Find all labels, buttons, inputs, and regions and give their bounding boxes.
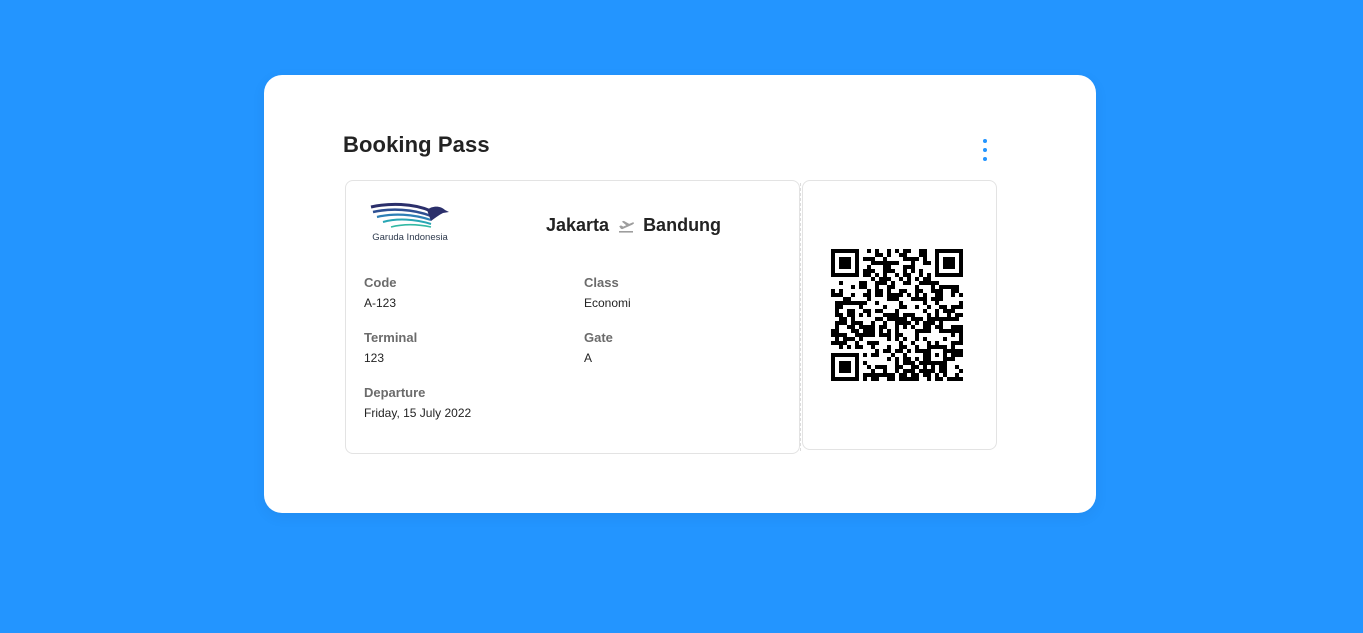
more-options-button[interactable]: [977, 138, 993, 162]
garuda-bird-icon: [370, 202, 449, 228]
gate-label: Gate: [584, 330, 613, 345]
class-value: Economi: [584, 296, 631, 310]
class-label: Class: [584, 275, 619, 290]
more-vertical-icon: [983, 139, 987, 143]
page-title: Booking Pass: [343, 132, 490, 157]
gate-field: Gate A: [584, 330, 613, 366]
origin-city: Jakarta: [546, 215, 610, 235]
airline-logo: Garuda Indonesia: [363, 199, 457, 247]
departure-label: Departure: [364, 385, 426, 400]
destination-city: Bandung: [643, 215, 722, 235]
qr-code: [831, 249, 963, 381]
terminal-value: 123: [364, 351, 385, 365]
departure-value: Friday, 15 July 2022: [364, 406, 472, 420]
gate-value: A: [584, 351, 593, 365]
class-field: Class Economi: [584, 275, 631, 311]
ticket-perforation: [800, 183, 801, 451]
qr-panel: [802, 180, 997, 450]
code-label: Code: [364, 275, 397, 290]
airline-name: Garuda Indonesia: [372, 232, 448, 243]
more-vertical-icon-dot: [983, 148, 987, 152]
booking-pass-card: Booking Pass Garuda Indonesia Jakarta Ba: [264, 75, 1096, 513]
airplane-takeoff-icon: [619, 220, 635, 233]
terminal-field: Terminal 123: [364, 330, 417, 366]
code-field: Code A-123: [364, 275, 397, 311]
ticket-details: Garuda Indonesia Jakarta Bandung Code A-…: [345, 180, 800, 454]
departure-field: Departure Friday, 15 July 2022: [364, 385, 471, 421]
more-vertical-icon-dot: [983, 157, 987, 161]
terminal-label: Terminal: [364, 330, 418, 345]
flight-route: Jakarta Bandung: [546, 215, 721, 236]
code-value: A-123: [364, 296, 397, 310]
